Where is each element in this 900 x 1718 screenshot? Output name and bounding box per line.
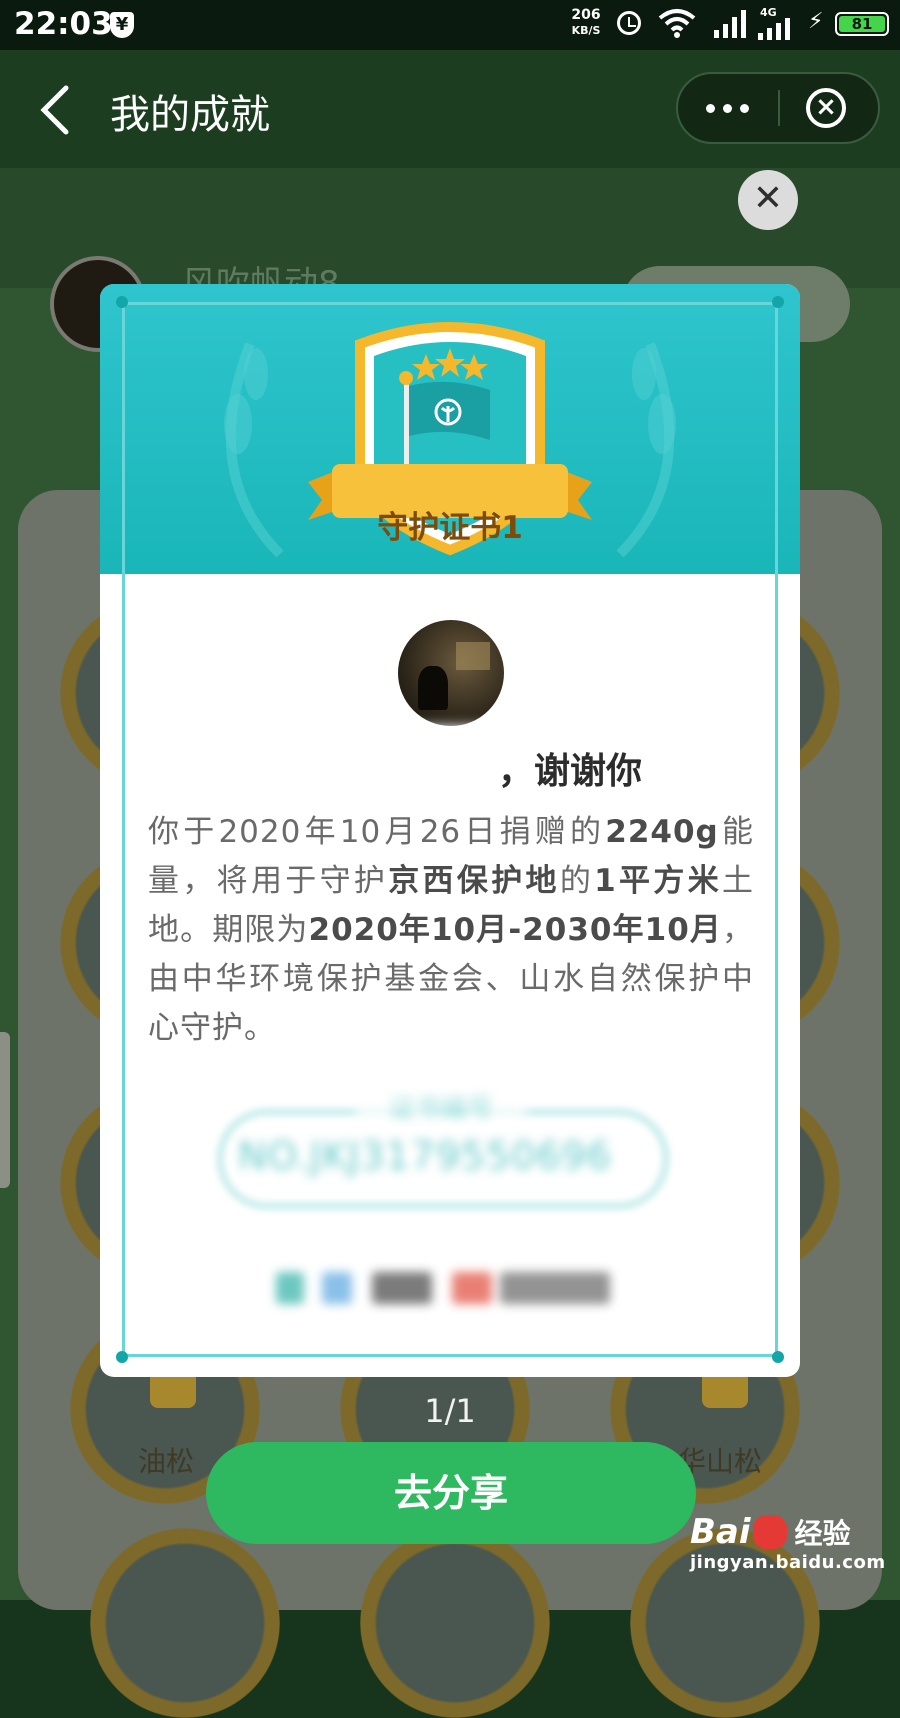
watermark-brand-right: 经验 bbox=[794, 1517, 851, 1550]
modal-close-button[interactable]: ✕ bbox=[738, 170, 798, 230]
watermark-url: jingyan.baidu.com bbox=[690, 1552, 886, 1573]
certificate-number-label: 证书编号 bbox=[356, 1088, 526, 1124]
thanks-label: ，谢谢你 bbox=[497, 751, 642, 792]
status-bar: 22:03 ¥ 206 KB/S 4G ⚡ 81 bbox=[0, 0, 900, 50]
back-arrow-icon[interactable] bbox=[32, 80, 82, 140]
partner-logo-icon bbox=[322, 1272, 352, 1304]
partner-logo-icon bbox=[372, 1272, 432, 1304]
side-handle bbox=[0, 1032, 10, 1188]
desc-part-1: 你于2020年10月26日捐赠的 bbox=[148, 814, 606, 850]
battery-icon: 81 bbox=[835, 12, 889, 36]
nav-bar: 我的成就 × bbox=[0, 50, 900, 168]
charging-icon: ⚡ bbox=[808, 9, 824, 34]
corner-dot bbox=[116, 1351, 128, 1363]
certificate-title: 守护证书1 bbox=[377, 510, 523, 546]
user-avatar bbox=[398, 620, 504, 726]
desc-part-3: 的 bbox=[559, 863, 595, 899]
certificate-description: 你于2020年10月26日捐赠的2240g能量，将用于守护京西保护地的1平方米土… bbox=[148, 808, 754, 1053]
status-time: 22:03 bbox=[14, 6, 113, 42]
protection-period: 2020年10月-2030年10月 bbox=[308, 912, 722, 948]
corner-dot bbox=[116, 296, 128, 308]
certificate-number: NO.JKJ3179550696 bbox=[238, 1134, 612, 1178]
partner-logo-icon bbox=[500, 1272, 610, 1304]
protected-area-name: 京西保护地 bbox=[388, 863, 560, 899]
background-badge bbox=[90, 1528, 280, 1718]
baidu-jingyan-watermark: Bai 经验 jingyan.baidu.com bbox=[690, 1512, 886, 1573]
battery-level: 81 bbox=[839, 16, 885, 33]
corner-dot bbox=[772, 296, 784, 308]
thanks-text: ，谢谢你 bbox=[250, 742, 720, 794]
capsule-divider bbox=[778, 90, 780, 126]
miniprogram-capsule: × bbox=[676, 72, 880, 144]
alarm-icon bbox=[617, 11, 641, 35]
close-miniprogram-icon[interactable]: × bbox=[806, 88, 846, 128]
signal-icon-2 bbox=[758, 18, 790, 40]
network-speed-value: 206 bbox=[571, 7, 601, 23]
page-title: 我的成就 bbox=[110, 92, 270, 138]
page-indicator: 1/1 bbox=[424, 1392, 476, 1430]
partner-logo-icon bbox=[276, 1272, 304, 1304]
certificate-card: 守护证书1 ，谢谢你 你于2020年10月26日捐赠的2240g能量，将用于守护… bbox=[100, 284, 800, 1377]
partner-logo-icon bbox=[452, 1272, 492, 1304]
signal-icon-1 bbox=[714, 10, 746, 38]
share-button[interactable]: 去分享 bbox=[206, 1442, 696, 1544]
more-options-icon[interactable] bbox=[706, 98, 757, 117]
wifi-icon bbox=[658, 9, 696, 38]
corner-dot bbox=[772, 1351, 784, 1363]
payment-notification-icon: ¥ bbox=[110, 12, 134, 38]
background-badge bbox=[360, 1528, 550, 1718]
energy-amount: 2240g bbox=[605, 814, 719, 850]
network-speed-unit: KB/S bbox=[571, 24, 601, 37]
partner-logos bbox=[276, 1268, 626, 1312]
protected-area-size: 1平方米 bbox=[594, 863, 723, 899]
badge-label-youso: 油松 bbox=[138, 1445, 195, 1478]
watermark-brand-left: Bai bbox=[690, 1512, 751, 1552]
baidu-paw-icon bbox=[752, 1515, 787, 1549]
certificate-badge: 守护证书1 bbox=[308, 314, 592, 564]
network-speed: 206 KB/S bbox=[565, 8, 607, 38]
